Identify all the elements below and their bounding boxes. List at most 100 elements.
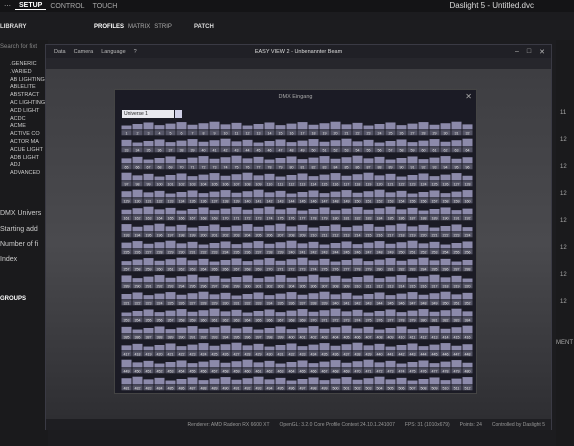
channel-level-bar: [319, 310, 330, 317]
channel-number: 179: [322, 216, 328, 220]
tab-strip[interactable]: STRIP: [154, 24, 172, 30]
menu-icon[interactable]: ⋯: [0, 2, 15, 10]
channel-number: 238: [267, 250, 273, 254]
channel-level-bar: [198, 310, 209, 317]
channel-level-bar: [220, 278, 231, 283]
channel-number: 252: [421, 250, 427, 254]
channel-number: 467: [322, 369, 328, 373]
channel-number: 173: [256, 216, 262, 220]
tab-profiles[interactable]: PROFILES: [94, 24, 124, 30]
channel-level-bar: [132, 329, 143, 334]
library-item[interactable]: ACUE LIGHT: [10, 147, 48, 153]
channel-number: 59: [411, 148, 415, 152]
channel-level-bar: [176, 122, 187, 130]
channel-number: 258: [135, 267, 141, 271]
channel-number: 478: [443, 369, 449, 373]
channel-level-bar: [330, 327, 341, 334]
library-item[interactable]: ACME: [10, 123, 48, 129]
channel-level-bar: [198, 277, 209, 283]
close-icon[interactable]: ✕: [539, 48, 545, 56]
channel-level-bar: [396, 209, 407, 215]
channel-number: 314: [399, 284, 405, 288]
channel-number: 387: [146, 335, 152, 339]
channel-number: 264: [201, 267, 207, 271]
channel-number: 133: [168, 199, 174, 203]
channel-level-bar: [242, 224, 253, 232]
maximize-icon[interactable]: □: [527, 48, 531, 56]
channel-level-bar: [286, 156, 297, 164]
channel-number: 209: [300, 233, 306, 237]
library-item[interactable]: ABLELITE: [10, 84, 48, 90]
channel-number: 17: [301, 131, 305, 135]
channel-level-bar: [396, 312, 407, 317]
minimize-icon[interactable]: –: [515, 48, 519, 56]
channel-number: 483: [146, 386, 152, 390]
library-item[interactable]: ACTOR MA: [10, 139, 48, 145]
channel-number: 174: [267, 216, 273, 220]
channel-level-bar: [121, 378, 132, 385]
channel-number: 460: [245, 369, 251, 373]
channel-number: 202: [223, 233, 229, 237]
channel-number: 248: [377, 250, 383, 254]
library-item[interactable]: ACD LIGHT: [10, 108, 48, 114]
channel-level-bar: [396, 363, 407, 368]
library-item[interactable]: AC LIGHTING: [10, 100, 48, 106]
channel-number: 414: [443, 335, 449, 339]
library-item[interactable]: ADJ: [10, 162, 48, 168]
channel-level-bar: [451, 261, 462, 266]
library-header: LIBRARY: [0, 24, 27, 30]
channel-number: 96: [466, 165, 470, 169]
channel-level-bar: [451, 224, 462, 232]
channel-level-bar: [286, 226, 297, 232]
channel-number: 265: [212, 267, 218, 271]
channel-number: 72: [202, 165, 206, 169]
channel-number: 255: [454, 250, 460, 254]
channel-level-bar: [363, 293, 374, 300]
library-item[interactable]: ABSTRACT: [10, 92, 48, 98]
channel-number: 29: [433, 131, 437, 135]
channel-level-bar: [176, 309, 187, 317]
tab-touch[interactable]: TOUCH: [89, 3, 122, 10]
channel-level-bar: [385, 140, 396, 147]
channel-number: 111: [278, 182, 283, 186]
channel-level-bar: [451, 191, 462, 198]
channel-number: 469: [344, 369, 350, 373]
channel-number: 132: [157, 199, 163, 203]
library-item[interactable]: ADVANCED: [10, 170, 48, 176]
channel-level-bar: [286, 207, 297, 215]
channel-level-bar: [132, 208, 143, 215]
channel-level-bar: [253, 376, 264, 385]
channel-level-bar: [121, 359, 132, 368]
channel-number: 228: [157, 250, 163, 254]
channel-number: 164: [157, 216, 163, 220]
library-item[interactable]: AB LIGHTING: [10, 77, 48, 83]
tab-matrix[interactable]: MATRIX: [128, 24, 150, 30]
tab-control[interactable]: CONTROL: [46, 3, 88, 10]
channel-level-bar: [374, 208, 385, 215]
universe-dropdown-button[interactable]: [175, 110, 182, 118]
library-item[interactable]: ACDC: [10, 116, 48, 122]
channel-number: 318: [443, 284, 449, 288]
channel-level-bar: [121, 139, 132, 147]
channel-number: 23: [367, 131, 371, 135]
3d-scene[interactable]: DMX Eingang ✕ Universe 1 1 2 3 4 5 6 7 8 9 10 11 12…: [46, 69, 551, 419]
channel-number: 76: [246, 165, 250, 169]
library-search-input[interactable]: Search for fixt: [0, 44, 46, 54]
channel-level-bar: [374, 278, 385, 283]
channel-number: 361: [212, 318, 218, 322]
close-icon[interactable]: ✕: [465, 92, 472, 101]
library-item[interactable]: .VARIED: [10, 69, 48, 75]
library-item[interactable]: ADB LIGHT: [10, 155, 48, 161]
tab-setup[interactable]: SETUP: [15, 2, 47, 10]
channel-number: 370: [311, 318, 317, 322]
channel-number: 18: [312, 131, 316, 135]
channel-level-bar: [440, 225, 451, 232]
library-item[interactable]: .GENERIC: [10, 61, 48, 67]
channel-number: 299: [234, 284, 240, 288]
channel-number: 236: [245, 250, 251, 254]
channel-level-bar: [363, 125, 374, 130]
easy-view-titlebar: Data Camera Language ? EASY VIEW 2 - Unb…: [46, 45, 551, 58]
library-item[interactable]: ACTIVE CO: [10, 131, 48, 137]
universe-select[interactable]: Universe 1: [122, 110, 174, 118]
channel-level-bar: [385, 327, 396, 334]
